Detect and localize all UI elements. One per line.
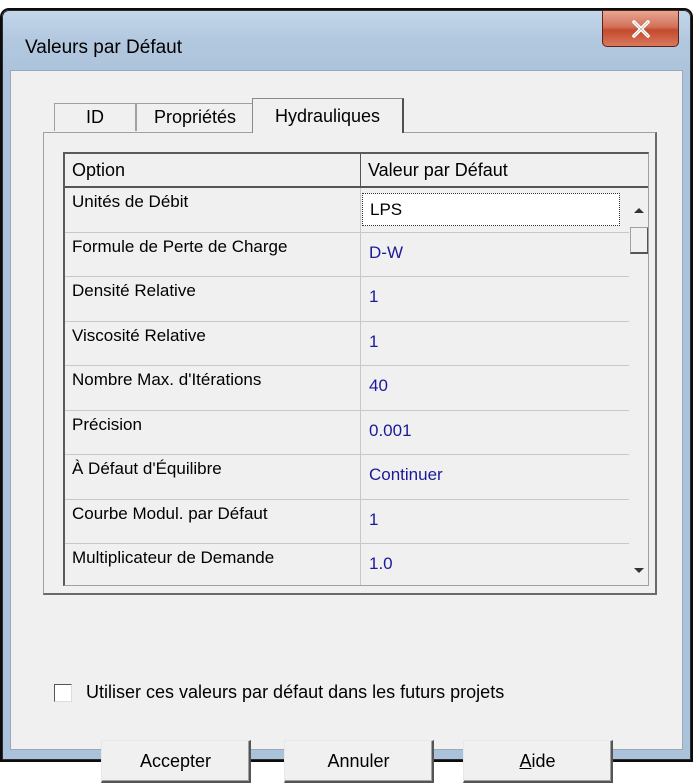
option-label: Viscosité Relative bbox=[65, 321, 361, 365]
grid-row[interactable]: Formule de Perte de Charge D-W bbox=[65, 232, 629, 277]
option-value[interactable]: 0.001 bbox=[361, 411, 629, 455]
option-label: Multiplicateur de Demande bbox=[65, 544, 361, 585]
future-projects-label: Utiliser ces valeurs par défaut dans les… bbox=[86, 682, 505, 702]
option-label: À Défaut d'Équilibre bbox=[65, 455, 361, 499]
option-value[interactable]: 40 bbox=[361, 366, 629, 410]
grid-row[interactable]: Densité Relative 1 bbox=[65, 277, 629, 322]
cancel-button[interactable]: Annuler bbox=[284, 740, 434, 783]
option-value[interactable]: 1 bbox=[361, 500, 629, 544]
option-value[interactable]: 1 bbox=[361, 277, 629, 321]
tab-id[interactable]: ID bbox=[54, 103, 136, 131]
close-button[interactable] bbox=[602, 10, 679, 47]
vertical-scrollbar[interactable] bbox=[629, 188, 648, 585]
grid-row[interactable]: Unités de Débit LPS bbox=[65, 188, 629, 233]
tab-hydrauliques-label: Hydrauliques bbox=[274, 105, 381, 126]
grid-header: Option Valeur par Défaut bbox=[65, 154, 648, 188]
grid-row[interactable]: Précision 0.001 bbox=[65, 410, 629, 455]
grid-row[interactable]: À Défaut d'Équilibre Continuer bbox=[65, 455, 629, 500]
dialog-client: ID Propriétés Hydrauliques Option Valeur… bbox=[10, 70, 683, 783]
value-editor[interactable]: LPS bbox=[362, 193, 620, 226]
option-label: Formule de Perte de Charge bbox=[65, 232, 361, 276]
grid-row[interactable]: Multiplicateur de Demande 1.0 bbox=[65, 544, 629, 585]
tab-hydrauliques[interactable]: Hydrauliques bbox=[252, 98, 404, 133]
close-icon bbox=[631, 19, 650, 38]
scroll-up-icon[interactable] bbox=[634, 208, 644, 213]
tab-proprietes[interactable]: Propriétés bbox=[136, 103, 254, 131]
tab-id-label: ID bbox=[86, 107, 104, 127]
title-bar[interactable]: Valeurs par Défaut bbox=[3, 10, 690, 69]
future-projects-checkbox[interactable] bbox=[54, 683, 72, 702]
column-header-option[interactable]: Option bbox=[65, 154, 361, 186]
dialog-title: Valeurs par Défaut bbox=[25, 37, 183, 58]
option-label: Nombre Max. d'Itérations bbox=[65, 366, 361, 410]
tab-proprietes-label: Propriétés bbox=[153, 107, 237, 127]
option-value[interactable]: 1.0 bbox=[361, 544, 629, 585]
grid-row[interactable]: Viscosité Relative 1 bbox=[65, 321, 629, 366]
grid-row[interactable]: Nombre Max. d'Itérations 40 bbox=[65, 366, 629, 411]
column-header-value[interactable]: Valeur par Défaut bbox=[361, 154, 648, 186]
option-value[interactable]: Continuer bbox=[361, 455, 629, 499]
dialog-window: Valeurs par Défaut ID Propriétés Hydraul… bbox=[2, 10, 691, 783]
option-label: Densité Relative bbox=[65, 277, 361, 321]
accept-button[interactable]: Accepter bbox=[101, 740, 251, 783]
option-value[interactable]: D-W bbox=[361, 233, 629, 277]
cancel-button-label: Annuler bbox=[327, 750, 390, 771]
option-value[interactable]: 1 bbox=[361, 322, 629, 366]
option-label: Unités de Débit bbox=[65, 188, 361, 232]
option-label: Courbe Modul. par Défaut bbox=[65, 499, 361, 543]
grid-rows: Unités de Débit LPS Formule de Perte de … bbox=[65, 188, 629, 585]
help-button[interactable]: Aide bbox=[463, 740, 613, 783]
scroll-thumb[interactable] bbox=[630, 227, 648, 254]
option-label: Précision bbox=[65, 410, 361, 454]
help-button-label: Aide bbox=[519, 750, 556, 771]
scroll-down-icon[interactable] bbox=[634, 568, 644, 573]
options-grid: Option Valeur par Défaut Unités de Débit… bbox=[63, 152, 649, 586]
accept-button-label: Accepter bbox=[139, 750, 212, 771]
tab-panel: Option Valeur par Défaut Unités de Débit… bbox=[43, 132, 657, 595]
future-projects-option[interactable]: Utiliser ces valeurs par défaut dans les… bbox=[54, 682, 504, 703]
grid-row[interactable]: Courbe Modul. par Défaut 1 bbox=[65, 499, 629, 544]
